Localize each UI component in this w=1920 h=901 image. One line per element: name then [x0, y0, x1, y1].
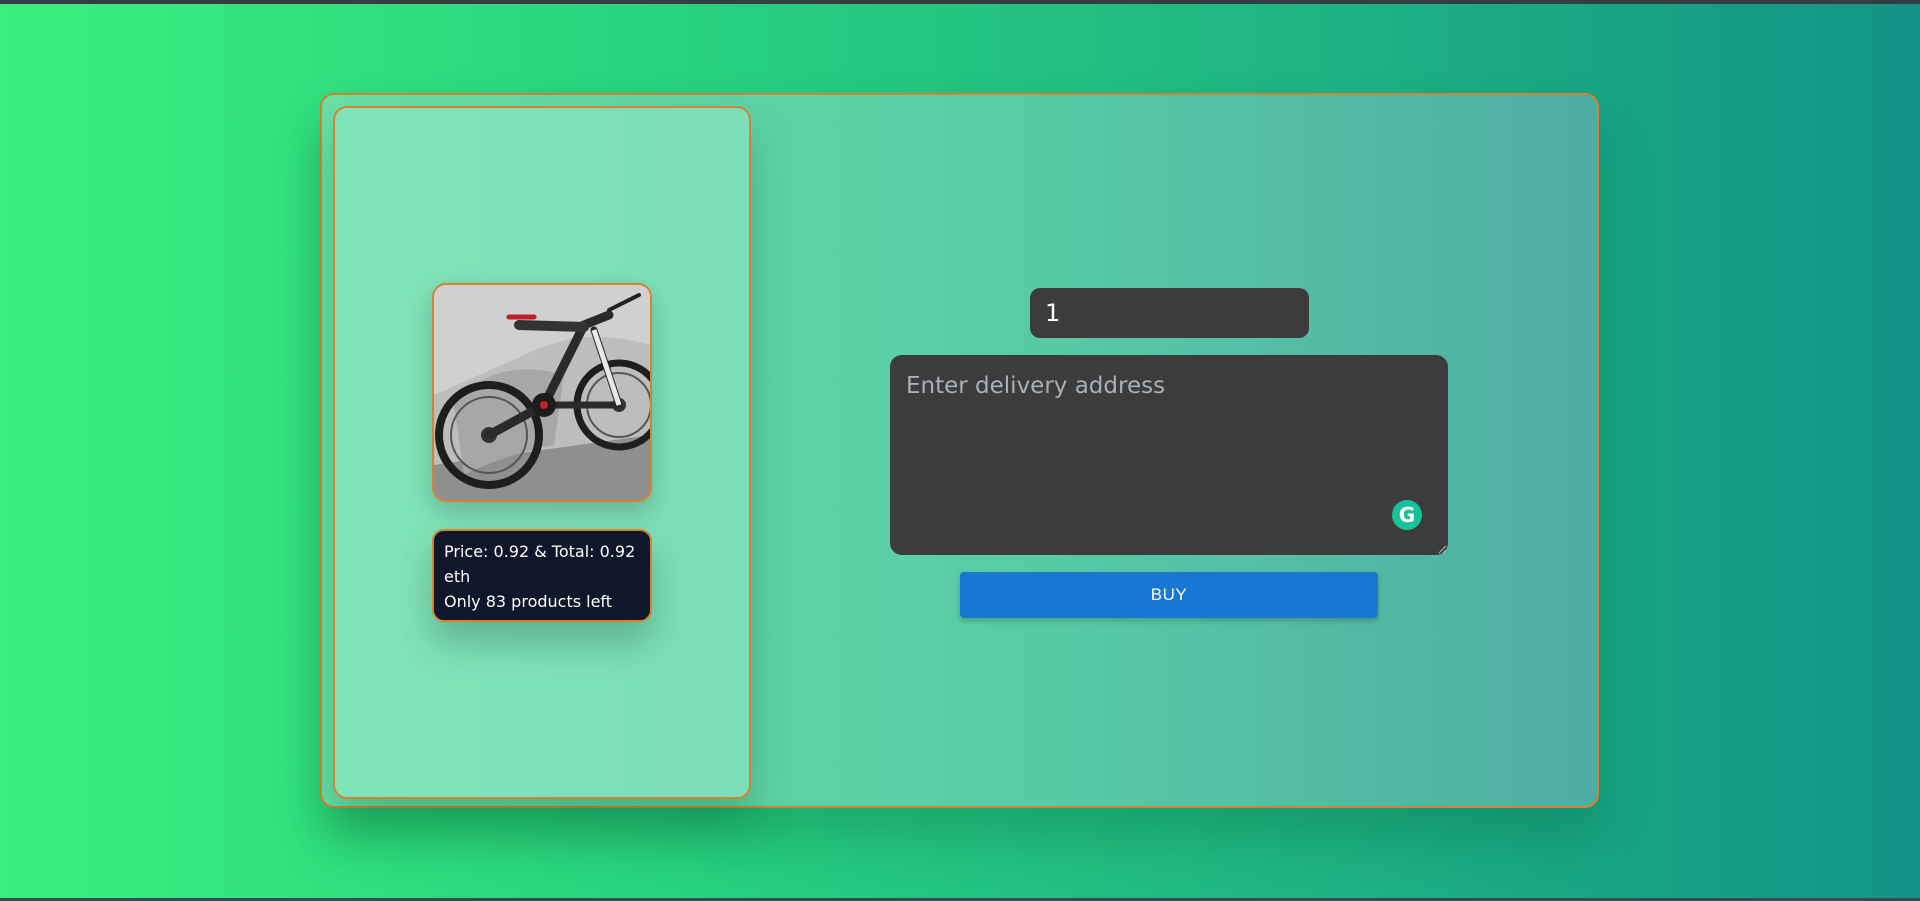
- currency-text: eth: [444, 567, 471, 586]
- product-image: [432, 283, 652, 502]
- price-text: Price: 0.92 & Total: 0.92: [444, 542, 636, 561]
- quantity-input[interactable]: [1030, 288, 1309, 338]
- bicycle-icon: [434, 285, 650, 500]
- top-bar: [0, 0, 1920, 4]
- delivery-address-input[interactable]: [890, 355, 1448, 555]
- resize-handle-icon[interactable]: [1437, 544, 1447, 554]
- buy-button[interactable]: BUY: [960, 572, 1378, 618]
- address-field-wrapper: G: [890, 355, 1448, 555]
- product-info: Price: 0.92 & Total: 0.92 eth Only 83 pr…: [432, 529, 652, 622]
- stock-text: Only 83 products left: [444, 592, 613, 611]
- grammarly-icon[interactable]: G: [1392, 500, 1422, 530]
